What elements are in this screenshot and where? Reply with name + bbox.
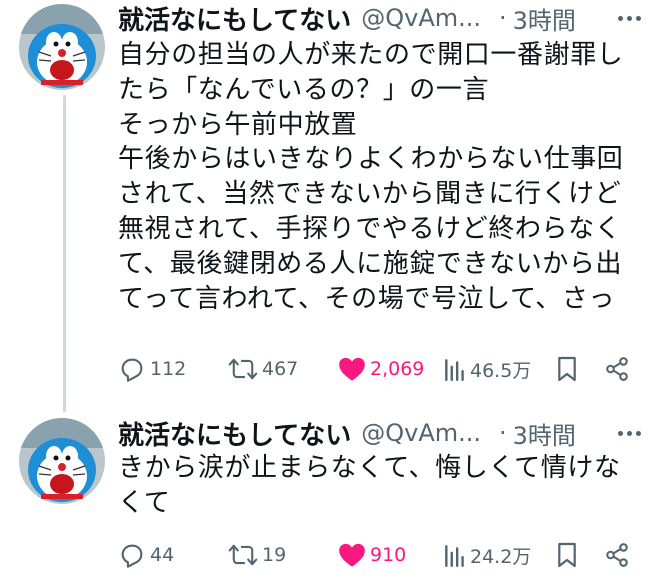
like-count: 2,069	[370, 358, 425, 380]
tweet-header: 就活なにもしてない @QvAm... · 3時間	[118, 416, 576, 451]
bookmark-icon	[558, 542, 576, 568]
like-button[interactable]: 2,069	[338, 351, 424, 387]
reply-icon	[121, 544, 143, 568]
like-count: 910	[370, 544, 407, 566]
reply-button[interactable]: 44	[118, 537, 174, 573]
user-handle[interactable]: @QvAm...	[361, 419, 481, 447]
like-button[interactable]: 910	[338, 537, 406, 573]
separator-dot: ·	[499, 4, 507, 32]
thread-connector-line	[63, 95, 66, 412]
avatar-image	[19, 418, 105, 504]
views-icon	[445, 545, 464, 568]
timestamp[interactable]: 3時間	[513, 416, 576, 451]
like-icon	[339, 357, 365, 381]
views-button[interactable]: 24.2万	[444, 537, 531, 573]
tweet-actions: 112 467 2,069 46.5万	[118, 351, 638, 387]
avatar-image	[19, 4, 105, 90]
bookmark-icon	[558, 356, 576, 382]
more-options-button[interactable]	[612, 3, 646, 33]
separator-dot: ·	[499, 419, 507, 447]
reply-count: 44	[150, 544, 175, 566]
tweet-text: 自分の担当の人が来たので開口一番謝罪し たら「なんでいるの？」の一言 そっから午…	[118, 40, 624, 314]
timestamp[interactable]: 3時間	[513, 1, 576, 36]
like-icon	[339, 543, 365, 567]
reply-button[interactable]: 112	[118, 351, 186, 387]
reply-icon	[121, 358, 143, 382]
tweet-actions: 44 19 910 24.2万	[118, 537, 638, 573]
views-icon	[445, 359, 464, 382]
avatar[interactable]	[19, 4, 105, 90]
more-icon	[616, 15, 643, 21]
display-name[interactable]: 就活なにもしてない	[118, 0, 351, 37]
more-icon	[616, 430, 643, 436]
share-button[interactable]	[604, 351, 630, 387]
reply-count: 112	[150, 358, 187, 380]
views-button[interactable]: 46.5万	[444, 351, 531, 387]
share-icon	[606, 357, 628, 381]
retweet-icon	[228, 358, 258, 380]
retweet-count: 467	[262, 358, 299, 380]
share-icon	[606, 543, 628, 567]
retweet-count: 19	[262, 544, 287, 566]
retweet-button[interactable]: 467	[228, 351, 298, 387]
views-count: 24.2万	[470, 545, 532, 568]
display-name[interactable]: 就活なにもしてない	[118, 415, 351, 452]
retweet-button[interactable]: 19	[228, 537, 286, 573]
retweet-icon	[228, 544, 258, 566]
share-button[interactable]	[604, 537, 630, 573]
tweet-header: 就活なにもしてない @QvAm... · 3時間	[118, 1, 576, 36]
user-handle[interactable]: @QvAm...	[361, 4, 481, 32]
bookmark-button[interactable]	[556, 537, 578, 573]
more-options-button[interactable]	[612, 418, 646, 448]
bookmark-button[interactable]	[556, 351, 578, 387]
views-count: 46.5万	[470, 359, 532, 382]
avatar[interactable]	[19, 418, 105, 504]
tweet-text: きから涙が止まらなくて、悔しくて情けな くて	[118, 453, 621, 518]
